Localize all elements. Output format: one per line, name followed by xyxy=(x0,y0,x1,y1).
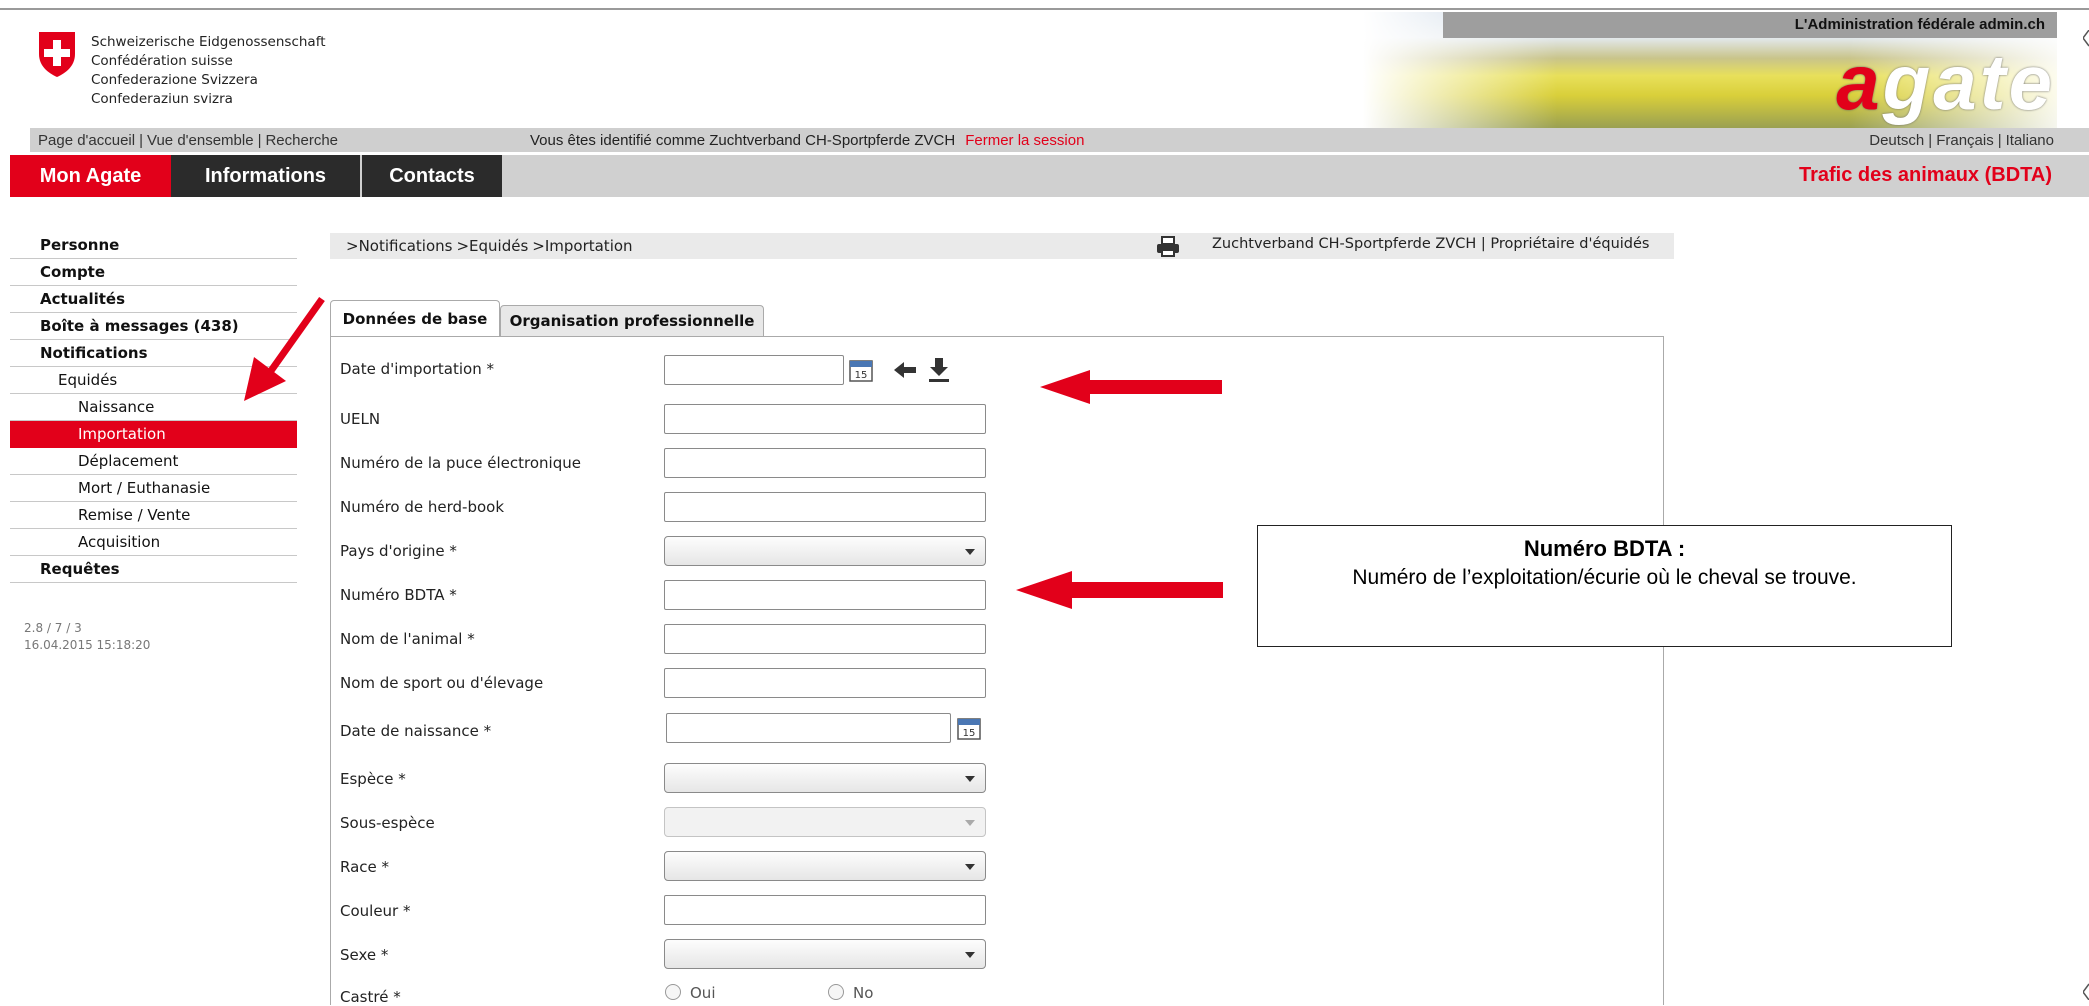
chip-number-input[interactable] xyxy=(664,448,986,478)
tab-mon-agate[interactable]: Mon Agate xyxy=(10,155,171,197)
sidebar-item-acquisition[interactable]: Acquisition xyxy=(10,529,297,556)
breadcrumb-importation[interactable]: >Importation xyxy=(532,237,632,255)
label-animal-name: Nom de l'animal * xyxy=(340,630,475,648)
tab-donnees-de-base[interactable]: Données de base xyxy=(330,300,500,338)
sex-select[interactable] xyxy=(664,939,986,969)
label-sex: Sexe * xyxy=(340,946,389,964)
sidebar-item-mort[interactable]: Mort / Euthanasie xyxy=(10,475,297,502)
confederation-name: Schweizerische Eidgenossenschaft Confédé… xyxy=(91,33,326,109)
top-nav-bar: Page d'accueil | Vue d'ensemble | Recherche … xyxy=(30,128,2089,152)
printer-icon[interactable] xyxy=(1155,235,1181,257)
subspecies-select[interactable] xyxy=(664,807,986,837)
arrow-left-icon[interactable] xyxy=(893,361,917,379)
import-date-input[interactable] xyxy=(664,355,844,385)
label-birth-date: Date de naissance * xyxy=(340,722,492,740)
lang-fr-link[interactable]: Français xyxy=(1936,132,1994,149)
swiss-crest-icon xyxy=(39,32,75,77)
sidebar: Personne Compte Actualités Boîte à messa… xyxy=(10,232,297,583)
svg-text:15: 15 xyxy=(855,370,868,381)
admin-link[interactable]: L'Administration fédérale admin.ch xyxy=(1795,16,2045,33)
confed-line-it: Confederazione Svizzera xyxy=(91,72,258,88)
lang-de-link[interactable]: Deutsch xyxy=(1869,132,1924,149)
calendar-icon[interactable]: 15 xyxy=(849,358,873,382)
download-icon[interactable] xyxy=(928,357,950,383)
confed-line-de: Schweizerische Eidgenossenschaft xyxy=(91,34,326,50)
version-number: 2.8 / 7 / 3 xyxy=(24,621,82,635)
form-panel xyxy=(330,336,1664,1005)
search-link[interactable]: Recherche xyxy=(265,132,338,149)
label-species: Espèce * xyxy=(340,770,406,788)
identified-text: Vous êtes identifié comme Zuchtverband C… xyxy=(530,132,956,149)
label-subspecies: Sous-espèce xyxy=(340,814,435,832)
version-timestamp: 16.04.2015 15:18:20 xyxy=(24,638,151,652)
chevron-down-icon xyxy=(965,820,975,826)
color-input[interactable] xyxy=(664,895,986,925)
breadcrumb-bar: >Notifications >Equidés >Importation Zucht… xyxy=(330,233,1674,259)
label-race: Race * xyxy=(340,858,390,876)
label-origin: Pays d'origine * xyxy=(340,542,457,560)
sidebar-item-compte[interactable]: Compte xyxy=(10,259,297,286)
lang-it-link[interactable]: Italiano xyxy=(2006,132,2054,149)
sidebar-item-importation[interactable]: Importation xyxy=(10,421,297,448)
breadcrumb-notifications[interactable]: >Notifications xyxy=(346,237,452,255)
breadcrumb-equides[interactable]: >Equidés xyxy=(456,237,528,255)
sidebar-item-requetes[interactable]: Requêtes xyxy=(10,556,297,583)
annotation-arrow-icon xyxy=(244,296,325,401)
label-herdbook: Numéro de herd-book xyxy=(340,498,505,516)
annotation-text: Numéro de l’exploitation/écurie où le ch… xyxy=(1352,566,1857,589)
version-info: 2.8 / 7 / 3 16.04.2015 15:18:20 xyxy=(24,620,150,654)
race-select[interactable] xyxy=(664,851,986,881)
label-sport-name: Nom de sport ou d'élevage xyxy=(340,674,544,692)
chevron-down-icon xyxy=(965,549,975,555)
ueln-input[interactable] xyxy=(664,404,986,434)
annotation-arrow-icon xyxy=(1016,571,1223,609)
svg-text:15: 15 xyxy=(963,728,976,739)
logout-link[interactable]: Fermer la session xyxy=(965,132,1084,149)
chevron-down-icon xyxy=(965,864,975,870)
label-color: Couleur * xyxy=(340,902,411,920)
birth-date-input[interactable] xyxy=(666,713,951,743)
tab-contacts[interactable]: Contacts xyxy=(362,155,502,197)
section-title: Trafic des animaux (BDTA) xyxy=(1798,164,2052,186)
label-bdta: Numéro BDTA * xyxy=(340,586,457,604)
castrated-no-radio[interactable] xyxy=(828,984,844,1000)
animal-name-input[interactable] xyxy=(664,624,986,654)
sidebar-item-personne[interactable]: Personne xyxy=(10,232,297,259)
label-chip: Numéro de la puce électronique xyxy=(340,454,581,472)
label-ueln: UELN xyxy=(340,410,381,428)
window-resize-edge[interactable] xyxy=(2083,30,2089,1000)
label-import-date: Date d'importation * xyxy=(340,360,494,378)
bdta-number-input[interactable] xyxy=(664,580,986,610)
origin-country-select[interactable] xyxy=(664,536,986,566)
castrated-yes-label: Oui xyxy=(690,984,716,1002)
confed-line-fr: Confédération suisse xyxy=(91,53,233,69)
sidebar-item-deplacement[interactable]: Déplacement xyxy=(10,448,297,475)
tab-informations[interactable]: Informations xyxy=(171,155,360,197)
annotation-title: Numéro BDTA : xyxy=(1523,536,1686,561)
chevron-down-icon xyxy=(965,776,975,782)
calendar-icon[interactable]: 15 xyxy=(957,716,981,740)
confed-line-rm: Confederaziun svizra xyxy=(91,91,233,107)
tab-organisation-professionnelle[interactable]: Organisation professionnelle xyxy=(500,305,764,337)
sport-name-input[interactable] xyxy=(664,668,986,698)
main-tab-bar: Mon Agate Informations Contacts Trafic d… xyxy=(10,155,2089,197)
castrated-no-label: No xyxy=(853,984,874,1002)
species-select[interactable] xyxy=(664,763,986,793)
home-link[interactable]: Page d'accueil xyxy=(38,132,135,149)
breadcrumb: >Notifications >Equidés >Importation xyxy=(346,237,637,255)
castrated-yes-radio[interactable] xyxy=(665,984,681,1000)
annotation-callout: Numéro BDTA : Numéro de l’exploitation/é… xyxy=(1257,525,1952,647)
label-castrated: Castré * xyxy=(340,988,401,1006)
annotation-arrow-icon xyxy=(1040,370,1222,404)
chevron-down-icon xyxy=(965,952,975,958)
agate-logo[interactable]: agate xyxy=(1836,42,2055,122)
sidebar-item-remise[interactable]: Remise / Vente xyxy=(10,502,297,529)
user-role-text: Zuchtverband CH-Sportpferde ZVCH | Propr… xyxy=(1212,236,1650,252)
herdbook-number-input[interactable] xyxy=(664,492,986,522)
overview-link[interactable]: Vue d'ensemble xyxy=(147,132,254,149)
